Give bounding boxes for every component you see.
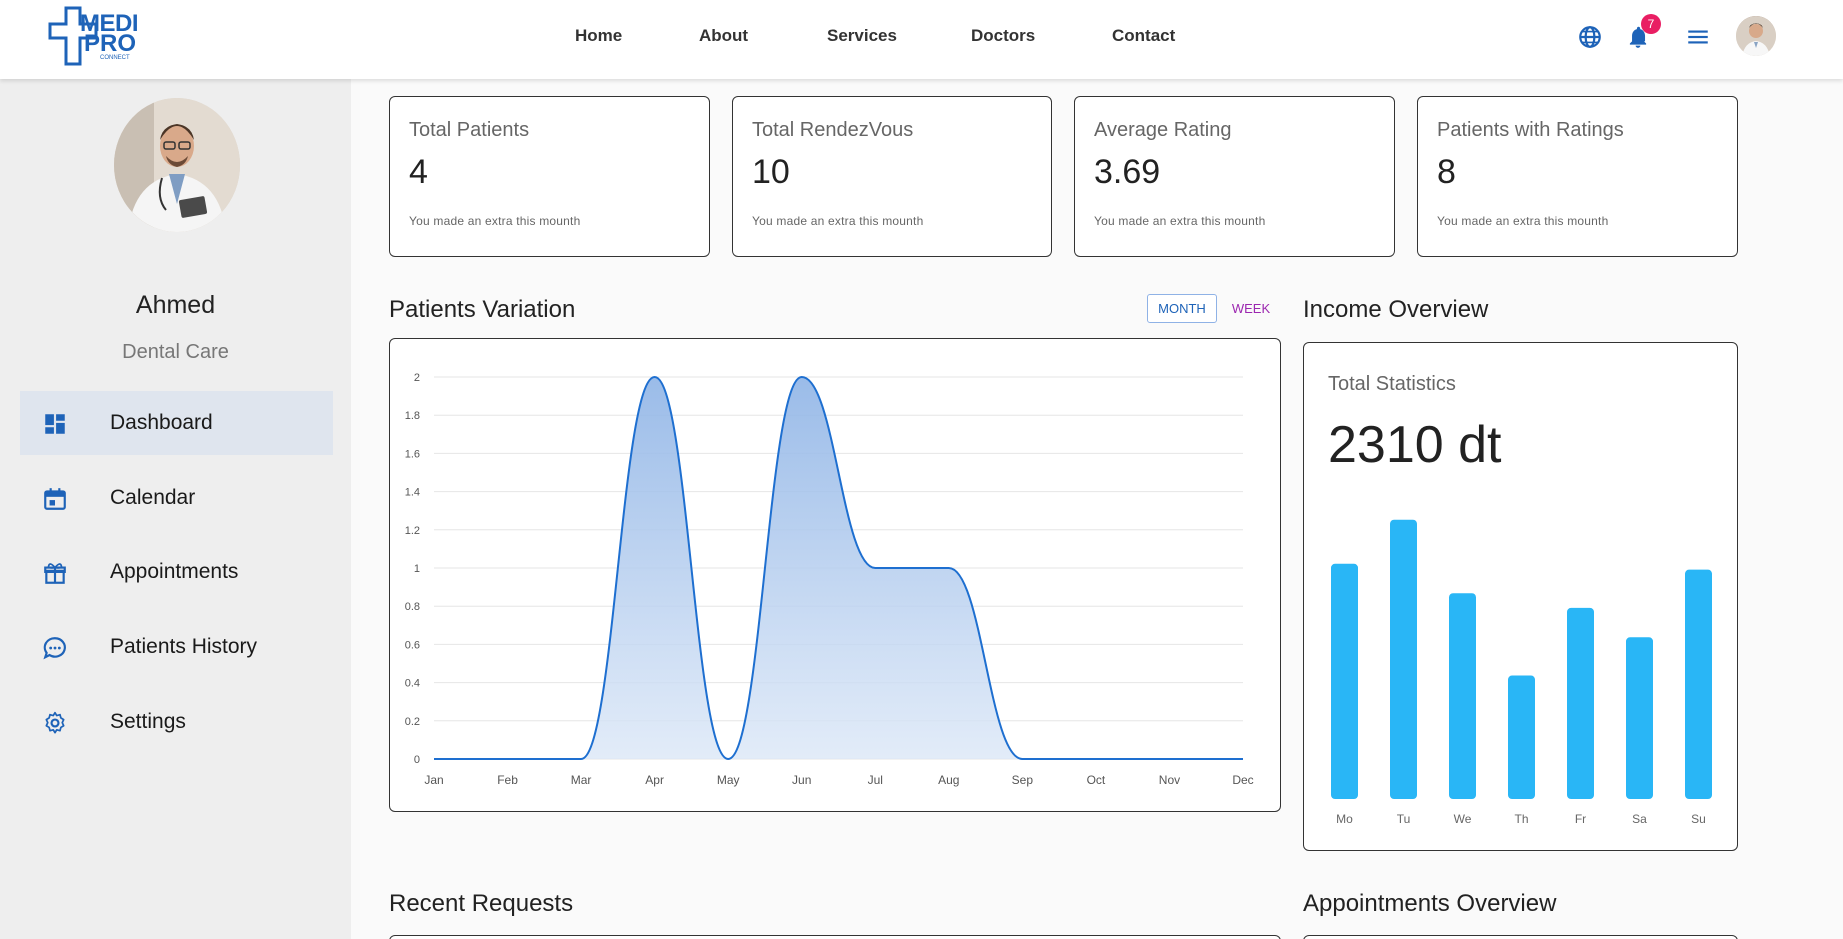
y-tick-label: 0 — [414, 754, 420, 766]
bar — [1567, 607, 1594, 799]
x-tick-label: Jul — [868, 773, 883, 787]
y-tick-label: 1.2 — [405, 525, 420, 537]
bar-category-label: We — [1454, 812, 1472, 826]
top-header: MEDI PRO CONNECT Home About Services Doc… — [0, 0, 1843, 79]
bar — [1449, 593, 1476, 799]
bar-category-label: Fr — [1575, 812, 1586, 826]
y-tick-label: 1.8 — [405, 410, 420, 422]
sidebar-item-settings[interactable]: Settings — [20, 690, 333, 754]
stat-card-total-patients: Total Patients 4 You made an extra this … — [389, 96, 710, 257]
stat-value: 4 — [409, 153, 428, 191]
appointments-overview-card — [1303, 935, 1738, 939]
stat-title: Patients with Ratings — [1437, 119, 1624, 141]
avatar-photo-icon — [1736, 16, 1776, 56]
toggle-month-button[interactable]: MONTH — [1147, 294, 1217, 323]
sidebar-item-label: Patients History — [110, 635, 258, 658]
menu-icon[interactable] — [1685, 24, 1711, 50]
notification-badge: 7 — [1641, 14, 1661, 34]
y-tick-label: 0.4 — [405, 678, 420, 690]
sidebar-item-dashboard[interactable]: Dashboard — [20, 391, 333, 455]
y-tick-label: 2 — [414, 372, 420, 384]
stat-title: Total Patients — [409, 119, 530, 141]
x-tick-label: Oct — [1087, 773, 1106, 787]
income-overview-title: Income Overview — [1303, 296, 1489, 323]
x-tick-label: May — [717, 773, 740, 787]
x-tick-label: Dec — [1232, 773, 1253, 787]
nav-services[interactable]: Services — [827, 26, 897, 46]
bar-category-label: Sa — [1632, 812, 1647, 826]
y-tick-label: 1 — [414, 563, 420, 575]
brand-logo[interactable]: MEDI PRO CONNECT — [48, 6, 148, 66]
bar — [1685, 569, 1712, 799]
nav-home[interactable]: Home — [575, 26, 622, 46]
sidebar-item-label: Dashboard — [110, 411, 213, 434]
bar — [1626, 637, 1653, 799]
stat-value: 8 — [1437, 153, 1456, 191]
recent-requests-card — [389, 935, 1281, 939]
y-tick-label: 0.2 — [405, 716, 420, 728]
y-tick-label: 1.6 — [405, 448, 420, 460]
patients-variation-title: Patients Variation — [389, 296, 576, 323]
x-tick-label: Jan — [424, 773, 443, 787]
y-tick-label: 1.4 — [405, 487, 420, 499]
doctor-name: Ahmed — [135, 291, 216, 319]
recent-requests-title: Recent Requests — [389, 890, 574, 917]
bar — [1390, 519, 1417, 799]
x-tick-label: Sep — [1012, 773, 1034, 787]
stat-card-total-rendezvous: Total RendezVous 10 You made an extra th… — [732, 96, 1052, 257]
doctor-profile-photo — [114, 98, 240, 232]
bar-category-label: Th — [1514, 812, 1528, 826]
dashboard-icon — [45, 414, 65, 434]
sidebar-item-label: Settings — [110, 710, 186, 733]
patients-variation-chart: 0 0.2 0.4 0.6 0.8 1 1.2 1.4 1.6 1.8 2 Jan Feb Mar Apr M… — [405, 372, 1254, 787]
stat-card-patients-with-ratings: Patients with Ratings 8 You made an extr… — [1417, 96, 1738, 257]
x-tick-label: Mar — [571, 773, 592, 787]
chat-icon — [43, 637, 66, 660]
bar-category-label: Mo — [1336, 812, 1353, 826]
doctor-photo-icon — [114, 98, 240, 232]
sidebar-item-patients-history[interactable]: Patients History — [20, 615, 333, 679]
sidebar-item-calendar[interactable]: Calendar — [20, 466, 333, 530]
x-tick-label: Feb — [497, 773, 518, 787]
appointments-overview-title: Appointments Overview — [1303, 890, 1557, 917]
x-tick-label: Aug — [938, 773, 959, 787]
y-tick-label: 0.6 — [405, 639, 420, 651]
sidebar: Ahmed Dental Care Dashboard Calendar App… — [0, 79, 351, 939]
toggle-week-button[interactable]: WEEK — [1226, 294, 1276, 323]
stat-note: You made an extra this mounth — [1437, 214, 1609, 228]
stat-note: You made an extra this mounth — [1094, 214, 1266, 228]
y-tick-label: 0.8 — [405, 601, 420, 613]
stat-value: 10 — [752, 153, 790, 191]
user-avatar[interactable] — [1736, 16, 1776, 56]
x-tick-label: Apr — [645, 773, 664, 787]
gift-icon — [44, 563, 66, 584]
logo-line2: PRO — [84, 30, 137, 57]
stat-title: Average Rating — [1094, 119, 1232, 141]
gear-icon — [45, 711, 65, 734]
stat-title: Total RendezVous — [752, 119, 914, 141]
bar — [1331, 563, 1358, 799]
x-tick-label: Jun — [792, 773, 811, 787]
bar-category-label: Su — [1691, 812, 1706, 826]
nav-doctors[interactable]: Doctors — [971, 26, 1035, 46]
patients-variation-chart-card: 0 0.2 0.4 0.6 0.8 1 1.2 1.4 1.6 1.8 2 Jan Feb Mar Apr M… — [389, 338, 1281, 812]
nav-about[interactable]: About — [699, 26, 748, 46]
x-tick-label: Nov — [1159, 773, 1180, 787]
sidebar-item-label: Calendar — [110, 486, 196, 509]
sidebar-item-label: Appointments — [110, 560, 239, 583]
bar-category-label: Tu — [1397, 812, 1411, 826]
globe-icon[interactable] — [1577, 24, 1603, 50]
nav-contact[interactable]: Contact — [1112, 26, 1175, 46]
doctor-specialty: Dental Care — [122, 341, 229, 363]
sidebar-item-appointments[interactable]: Appointments — [20, 540, 333, 604]
stat-note: You made an extra this mounth — [752, 214, 924, 228]
income-bar-chart: Mo Tu We Th Fr Sa Su — [1331, 519, 1712, 826]
stat-card-average-rating: Average Rating 3.69 You made an extra th… — [1074, 96, 1395, 257]
bar — [1508, 675, 1535, 799]
income-overview-card: Total Statistics 2310 dt Mo Tu We Th Fr Sa Su — [1303, 342, 1738, 851]
logo-line3: CONNECT — [100, 55, 130, 61]
calendar-icon — [44, 488, 66, 510]
stat-note: You made an extra this mounth — [409, 214, 581, 228]
stat-value: 3.69 — [1094, 153, 1161, 191]
